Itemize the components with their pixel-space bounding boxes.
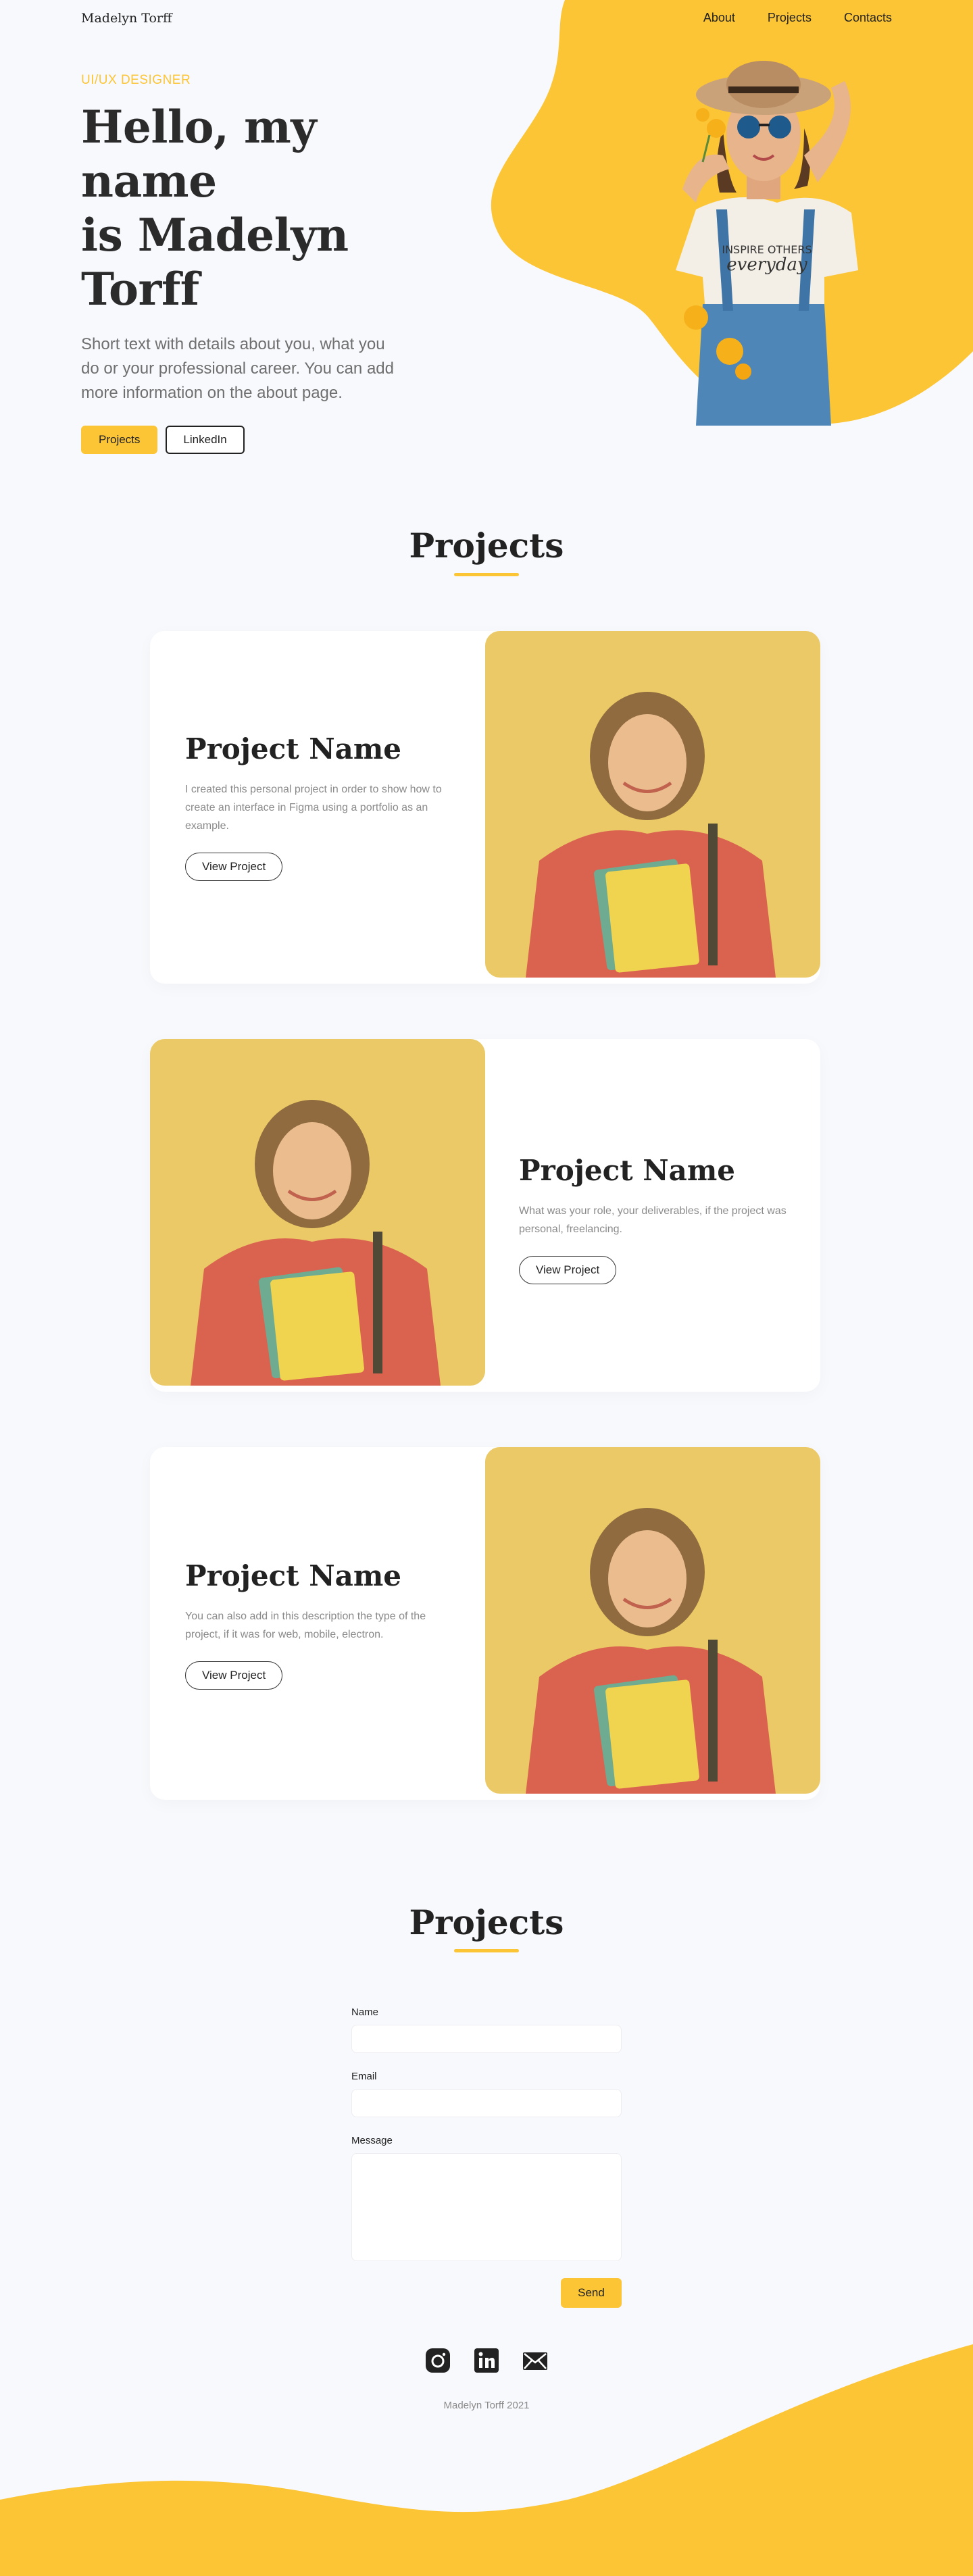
project-name: Project Name xyxy=(185,732,402,765)
nav-links: About Projects Contacts xyxy=(703,11,892,25)
hero-title-line-1: Hello, my name xyxy=(81,101,317,207)
name-field[interactable] xyxy=(351,2025,622,2053)
top-nav: Madelyn Torff About Projects Contacts xyxy=(0,0,973,38)
project-image[interactable] xyxy=(485,631,820,978)
project-description: I created this personal project in order… xyxy=(185,784,442,832)
name-label: Name xyxy=(351,2006,379,2018)
projects-section-title: Projects xyxy=(409,526,564,565)
project-image[interactable] xyxy=(485,1447,820,1794)
projects-button[interactable]: Projects xyxy=(81,426,158,454)
linkedin-icon[interactable] xyxy=(473,2347,500,2374)
email-icon[interactable] xyxy=(522,2347,549,2374)
project-card-body: Project Name You can also add in this de… xyxy=(185,1559,455,1690)
view-project-button[interactable]: View Project xyxy=(519,1256,617,1284)
hero-portrait-image: INSPIRE OTHERS everyday xyxy=(676,61,858,426)
project-name: Project Name xyxy=(519,1154,736,1187)
email-label: Email xyxy=(351,2071,377,2082)
hero-buttons: Projects LinkedIn xyxy=(81,426,432,454)
instagram-icon[interactable] xyxy=(424,2347,451,2374)
project-name: Project Name xyxy=(185,1559,402,1592)
view-project-button[interactable]: View Project xyxy=(185,853,283,881)
brand-name[interactable]: Madelyn Torff xyxy=(81,11,172,26)
social-links xyxy=(0,2347,973,2374)
project-card-2: Project Name What was your role, your de… xyxy=(150,1039,820,1392)
copyright-text: Madelyn Torff 2021 xyxy=(443,2400,530,2411)
project-description: You can also add in this description the… xyxy=(185,1611,426,1640)
hero-title-line-2: is Madelyn Torff xyxy=(81,209,349,315)
message-field[interactable] xyxy=(351,2153,622,2261)
contact-title-underline xyxy=(454,1949,519,1952)
project-card-3: Project Name You can also add in this de… xyxy=(150,1447,820,1800)
nav-link-contacts[interactable]: Contacts xyxy=(844,11,892,25)
nav-link-projects[interactable]: Projects xyxy=(768,11,812,25)
linkedin-button[interactable]: LinkedIn xyxy=(166,426,245,454)
project-card-1: Project Name I created this personal pro… xyxy=(150,631,820,984)
project-image[interactable] xyxy=(150,1039,485,1386)
contact-form: Name Email Message xyxy=(351,2006,622,2265)
view-project-button[interactable]: View Project xyxy=(185,1661,283,1690)
contact-section-title: Projects xyxy=(409,1902,564,1942)
hero-title: Hello, my name is Madelyn Torff xyxy=(81,100,432,316)
message-label: Message xyxy=(351,2135,393,2146)
email-field[interactable] xyxy=(351,2089,622,2117)
project-card-body: Project Name What was your role, your de… xyxy=(519,1154,789,1284)
projects-title-underline xyxy=(454,573,519,576)
nav-link-about[interactable]: About xyxy=(703,11,735,25)
send-button[interactable]: Send xyxy=(561,2278,622,2308)
project-description: What was your role, your deliverables, i… xyxy=(519,1205,787,1235)
hero-description: Short text with details about you, what … xyxy=(81,335,394,402)
hero-role: UI/UX DESIGNER xyxy=(81,73,191,87)
hero-text: UI/UX DESIGNER Hello, my name is Madelyn… xyxy=(81,73,432,454)
project-card-body: Project Name I created this personal pro… xyxy=(185,732,455,881)
svg-text:everyday: everyday xyxy=(726,255,807,275)
